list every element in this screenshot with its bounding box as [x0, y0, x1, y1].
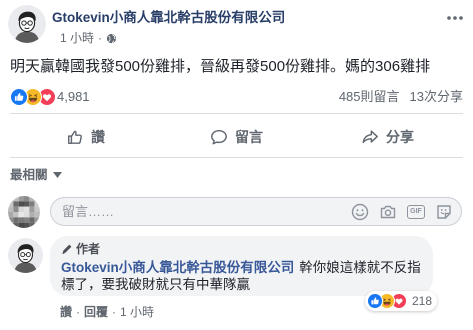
comment-bubble: 作者 Gtokevin小商人靠北幹古股份有限公司 幹你娘這樣就不反指標了，要我破財…	[50, 236, 433, 296]
post-action-bar: 讚 留言 分享	[10, 124, 463, 150]
like-button[interactable]: 讚	[10, 124, 161, 150]
comments-count[interactable]: 485則留言	[339, 89, 400, 105]
like-reaction-icon	[10, 88, 28, 106]
comment-reply-link[interactable]: 回覆	[84, 305, 108, 319]
comment-timestamp[interactable]: 1 小時	[120, 305, 154, 319]
like-button-label: 讚	[91, 129, 105, 145]
current-user-avatar[interactable]	[8, 196, 40, 228]
more-icon[interactable]	[446, 11, 464, 25]
camera-icon[interactable]	[379, 203, 397, 221]
shares-count[interactable]: 13次分享	[410, 89, 463, 105]
comment-like-link[interactable]: 讚	[60, 305, 72, 319]
author-pen-icon	[61, 243, 73, 255]
reactions-summary: 4,981 485則留言 13次分享	[10, 88, 463, 106]
like-reaction-icon	[367, 293, 383, 309]
comment-button-label: 留言	[235, 129, 263, 145]
comment-reactions[interactable]: 218	[365, 291, 438, 311]
post-author-name[interactable]: Gtokevin小商人靠北幹古股份有限公司	[52, 9, 442, 27]
author-avatar[interactable]	[8, 5, 46, 43]
divider	[10, 157, 463, 158]
gif-icon[interactable]: GIF	[407, 205, 425, 219]
comment-input-placeholder: 留言……	[62, 204, 115, 219]
comment-button[interactable]: 留言	[161, 124, 312, 150]
post-stats: 485則留言 13次分享	[339, 89, 463, 105]
meta-separator: ·	[76, 305, 81, 319]
comment-author-name[interactable]: Gtokevin小商人靠北幹古股份有限公司	[61, 260, 294, 275]
comment-meta: 讚 · 回覆 · 1 小時	[60, 305, 154, 319]
comment-body: Gtokevin小商人靠北幹古股份有限公司 幹你娘這樣就不反指標了，要我破財就只有…	[61, 259, 421, 293]
comment-icon	[210, 128, 228, 146]
reaction-count[interactable]: 4,981	[57, 89, 90, 105]
post-meta: 1 小時 ·	[60, 31, 117, 45]
composer-tools: GIF	[351, 203, 453, 221]
meta-separator: ·	[98, 31, 103, 45]
emoji-icon[interactable]	[351, 203, 369, 221]
share-button-label: 分享	[386, 129, 414, 145]
author-badge: 作者	[61, 242, 100, 256]
thumbs-up-icon	[66, 128, 84, 146]
comment-sort-dropdown[interactable]: 最相關	[10, 168, 62, 182]
post-timestamp[interactable]: 1 小時	[60, 31, 94, 45]
comment-input[interactable]: 留言…… GIF	[50, 197, 462, 226]
commenter-avatar[interactable]	[8, 238, 43, 273]
globe-icon[interactable]	[106, 33, 117, 44]
share-button[interactable]: 分享	[312, 124, 463, 150]
comment-reaction-count: 218	[412, 294, 433, 308]
divider	[10, 113, 463, 114]
post-text: 明天贏韓國我發500份雞排，晉級再發500份雞排。媽的306雞排	[10, 58, 431, 75]
share-icon	[361, 128, 379, 146]
sticker-icon[interactable]	[435, 203, 453, 221]
reaction-icons[interactable]	[10, 88, 56, 106]
sort-label: 最相關	[10, 168, 48, 182]
caret-down-icon	[52, 172, 62, 178]
meta-separator: ·	[112, 305, 117, 319]
author-badge-label: 作者	[76, 242, 101, 256]
facebook-post: Gtokevin小商人靠北幹古股份有限公司 1 小時 · 明天贏韓國我發500份…	[0, 0, 473, 330]
